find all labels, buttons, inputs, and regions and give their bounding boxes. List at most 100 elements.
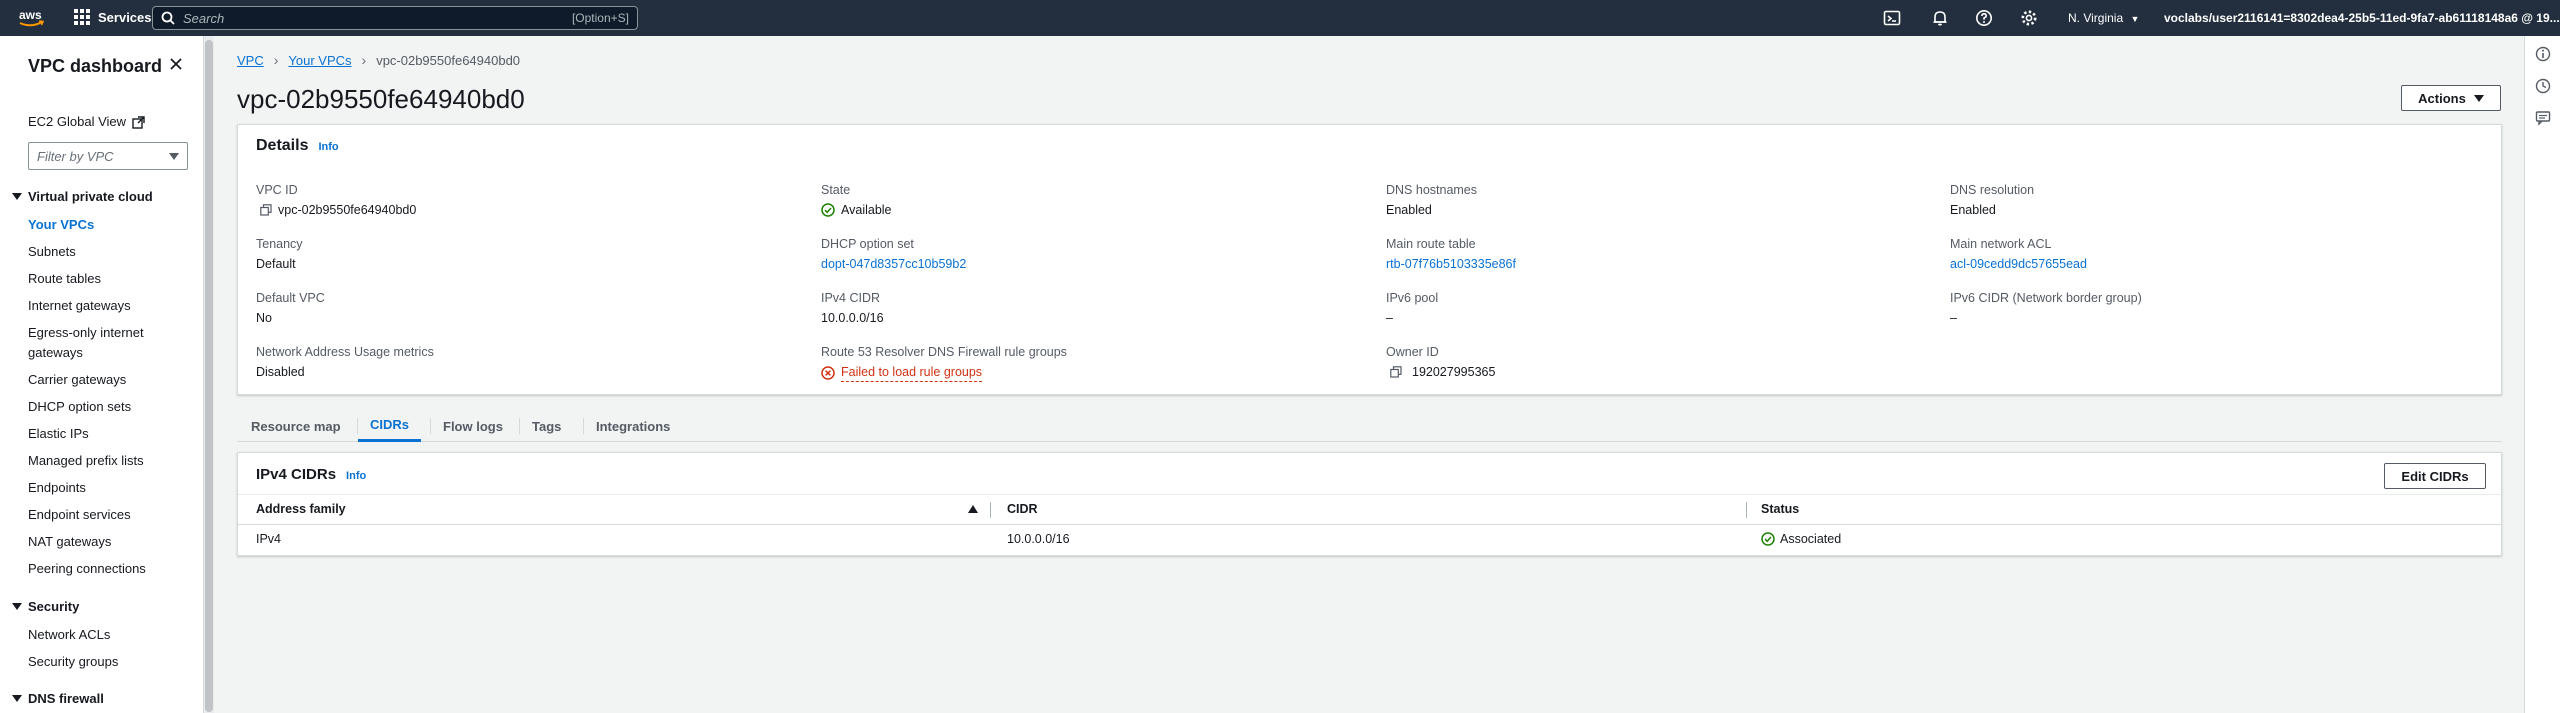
field-label: Owner ID [1386, 345, 1439, 359]
edit-cidrs-button[interactable]: Edit CIDRs [2384, 463, 2486, 489]
sidebar-item-nat-gateways[interactable]: NAT gateways [28, 534, 111, 550]
cell-address-family: IPv4 [256, 532, 282, 546]
services-menu-button[interactable]: Services [74, 9, 152, 25]
main-network-acl-link[interactable]: acl-09cedd9dc57655ead [1950, 255, 2087, 273]
sidebar-item-carrier-gateways[interactable]: Carrier gateways [28, 372, 126, 388]
services-label: Services [98, 9, 152, 25]
gear-icon[interactable] [2020, 9, 2038, 27]
section-security[interactable]: Security [12, 599, 79, 614]
section-dns-firewall[interactable]: DNS firewall [12, 691, 104, 706]
sidebar-item-route-tables[interactable]: Route tables [28, 271, 101, 287]
section-virtual-private-cloud[interactable]: Virtual private cloud [12, 189, 153, 204]
sidebar-item-your-vpcs[interactable]: Your VPCs [28, 217, 94, 233]
sort-ascending-icon[interactable] [968, 505, 978, 513]
caret-down-icon [2473, 94, 2484, 102]
chevron-right-icon: › [361, 52, 367, 68]
sidebar-item-managed-prefix-lists[interactable]: Managed prefix lists [28, 453, 144, 469]
column-divider[interactable] [990, 502, 991, 518]
sidebar-item-label-line1: Egress-only internet [28, 325, 144, 340]
info-icon[interactable] [2535, 46, 2551, 62]
tab-flow-logs[interactable]: Flow logs [431, 410, 515, 442]
copy-icon[interactable] [260, 204, 272, 216]
sidebar-scrollbar[interactable] [204, 36, 214, 713]
sidebar-item-endpoints[interactable]: Endpoints [28, 480, 86, 496]
column-divider[interactable] [1746, 502, 1747, 518]
breadcrumb-current: vpc-02b9550fe64940bd0 [376, 52, 521, 68]
tab-resource-map[interactable]: Resource map [239, 410, 353, 442]
info-link[interactable]: Info [346, 470, 366, 482]
field-value: – [1950, 311, 1957, 325]
breadcrumb-your-vpcs[interactable]: Your VPCs [288, 53, 351, 68]
ipv4-cidrs-panel: IPv4 CIDRs Info Edit CIDRs [237, 452, 2502, 556]
cell-cidr: 10.0.0.0/16 [1007, 532, 1070, 546]
sidebar-item-ec2-global-view[interactable]: EC2 Global View [28, 114, 145, 130]
copy-icon[interactable] [1390, 366, 1402, 378]
field-value: – [1386, 311, 1393, 325]
search-input[interactable] [183, 10, 572, 26]
field-label: IPv4 CIDR [821, 291, 881, 305]
sidebar-item-dhcp-option-sets[interactable]: DHCP option sets [28, 399, 131, 415]
field-value: Enabled [1386, 203, 1432, 217]
field-label: Route 53 Resolver DNS Firewall rule grou… [821, 345, 1067, 359]
caret-down-icon: ▼ [2130, 14, 2140, 24]
caret-down-icon [12, 603, 22, 610]
field-label: VPC ID [256, 183, 298, 197]
breadcrumb-vpc[interactable]: VPC [237, 53, 264, 68]
cidrs-header: IPv4 CIDRs Info [256, 466, 366, 483]
column-header-cidr[interactable]: CIDR [1007, 502, 1038, 516]
caret-down-icon [12, 695, 22, 702]
field-value: Disabled [256, 365, 305, 379]
caret-down-icon [169, 152, 179, 160]
region-label: N. Virginia [2068, 11, 2124, 25]
field-ipv6-pool: IPv6 pool – [1386, 289, 1438, 327]
sidebar-item-internet-gateways[interactable]: Internet gateways [28, 298, 131, 314]
field-label: Network Address Usage metrics [256, 345, 434, 359]
history-icon[interactable] [2535, 78, 2551, 94]
actions-button[interactable]: Actions [2401, 85, 2501, 111]
sidebar-item-network-acls[interactable]: Network ACLs [28, 627, 110, 643]
dhcp-option-set-link[interactable]: dopt-047d8357cc10b59b2 [821, 255, 966, 273]
feedback-icon[interactable] [2535, 110, 2551, 126]
sidebar-item-peering-connections[interactable]: Peering connections [28, 561, 146, 577]
details-panel: Details Info VPC ID vpc-02b9550fe64940bd… [237, 124, 2502, 395]
field-value: No [256, 311, 272, 325]
error-message[interactable]: Failed to load rule groups [841, 363, 983, 382]
status-available: Available [841, 203, 892, 217]
sidebar-item-security-groups[interactable]: Security groups [28, 654, 118, 670]
tab-tags[interactable]: Tags [520, 410, 573, 442]
aws-logo[interactable]: aws [16, 6, 46, 30]
column-header-address-family[interactable]: Address family [256, 502, 346, 516]
field-label: Main network ACL [1950, 237, 2052, 251]
sidebar-item-egress-only-internet-gateways[interactable]: Egress-only internet gateways [28, 325, 144, 361]
sidebar-item-elastic-ips[interactable]: Elastic IPs [28, 426, 89, 442]
search-icon [161, 11, 175, 25]
global-search[interactable]: [Option+S] [152, 6, 638, 30]
caret-down-icon [12, 193, 22, 200]
field-main-network-acl: Main network ACL acl-09cedd9dc57655ead [1950, 235, 2087, 273]
cell-status: Associated [1761, 532, 1841, 546]
close-icon[interactable] [168, 56, 184, 72]
help-icon[interactable] [1975, 9, 1993, 27]
main-route-table-link[interactable]: rtb-07f76b5103335e86f [1386, 255, 1516, 273]
field-label: DNS hostnames [1386, 183, 1478, 197]
scrollbar-thumb[interactable] [205, 40, 213, 712]
info-link[interactable]: Info [318, 141, 338, 153]
success-check-icon [821, 203, 835, 217]
account-menu[interactable]: voclabs/user2116141=8302dea4-25b5-11ed-9… [2164, 11, 2560, 25]
sidebar-item-endpoint-services[interactable]: Endpoint services [28, 507, 131, 523]
field-main-route-table: Main route table rtb-07f76b5103335e86f [1386, 235, 1516, 273]
error-icon [821, 365, 835, 380]
column-header-status[interactable]: Status [1761, 502, 1799, 516]
grid-icon [74, 9, 90, 25]
region-selector[interactable]: N. Virginia ▼ [2068, 11, 2139, 25]
filter-by-vpc-select[interactable]: Filter by VPC [28, 142, 188, 170]
sidebar-item-subnets[interactable]: Subnets [28, 244, 76, 260]
field-dns-hostnames: DNS hostnames Enabled [1386, 181, 1477, 219]
tab-cidrs[interactable]: CIDRs [358, 410, 422, 442]
bell-icon[interactable] [1931, 9, 1949, 27]
tab-integrations[interactable]: Integrations [584, 410, 682, 442]
field-default-vpc: Default VPC No [256, 289, 325, 327]
field-value: Default [256, 257, 296, 271]
cloudshell-icon[interactable] [1883, 9, 1901, 27]
field-label: DNS resolution [1950, 183, 2035, 197]
